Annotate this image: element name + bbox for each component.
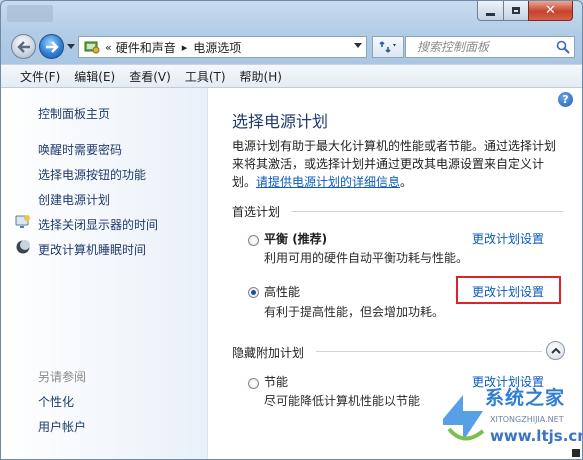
hidden-plans-heading: 隐藏附加计划: [232, 346, 305, 360]
menu-file[interactable]: 文件(F): [20, 68, 60, 85]
window-title-blurred: [7, 5, 53, 22]
menu-tools[interactable]: 工具(T): [185, 68, 226, 85]
section-divider: [291, 211, 563, 212]
plan-balanced-recommended-tag: (推荐): [288, 232, 328, 246]
watermark-title: 系统之家: [485, 387, 566, 409]
forward-arrow-icon: [45, 40, 59, 53]
help-icon[interactable]: ?: [558, 92, 573, 107]
plan-balanced-change-settings-link[interactable]: 更改计划设置: [472, 230, 544, 247]
menu-bar: 文件(F) 编辑(E) 查看(V) 工具(T) 帮助(H): [1, 64, 582, 88]
see-also-user-accounts[interactable]: 用户帐户: [38, 418, 86, 435]
recent-pages-button[interactable]: [66, 41, 76, 51]
page-description: 电源计划有助于最大化计算机的性能或者节能。通过选择计划来将其激活，或选择计划并通…: [232, 137, 562, 191]
minimize-icon: [486, 12, 495, 16]
watermark-url: www.ltjs.cn: [490, 427, 583, 445]
title-bar[interactable]: ✕: [1, 1, 582, 27]
resize-grip-icon[interactable]: [572, 449, 580, 457]
control-panel-icon: [84, 39, 100, 55]
back-arrow-icon: [16, 40, 30, 53]
section-divider: [316, 351, 542, 352]
plan-balanced-description: 利用可用的硬件自动平衡功耗与性能。: [264, 251, 469, 265]
plan-power-saver-description: 尽可能降低计算机性能以节能: [264, 394, 421, 408]
address-dropdown-icon[interactable]: [354, 43, 362, 48]
search-box[interactable]: [405, 36, 575, 58]
crumb-overflow-marker[interactable]: «: [105, 41, 112, 54]
refresh-icon: [379, 41, 396, 53]
sidebar-item-create-plan[interactable]: 创建电源计划: [38, 191, 110, 208]
sidebar-item-sleep-time[interactable]: 更改计算机睡眠时间: [38, 241, 146, 258]
plan-balanced-label: 平衡: [264, 232, 289, 246]
chevron-up-icon: [550, 347, 561, 354]
breadcrumb-power-options[interactable]: 电源选项: [193, 39, 241, 56]
search-icon[interactable]: [556, 40, 570, 54]
close-icon: ✕: [545, 3, 556, 18]
minimize-button[interactable]: [477, 1, 504, 21]
plan-high-performance-description: 有利于提高性能，但会增加功耗。: [264, 305, 445, 319]
menu-edit[interactable]: 编辑(E): [74, 68, 115, 85]
radio-balanced[interactable]: [248, 235, 259, 246]
chevron-down-icon: [67, 43, 75, 49]
address-bar[interactable]: « 硬件和声音 ▸ 电源选项: [78, 36, 367, 58]
back-button[interactable]: [11, 34, 36, 59]
maximize-icon: [512, 7, 520, 14]
site-watermark: 系统之家 XITONGZHIJIA.NET www.ltjs.cn: [441, 381, 583, 459]
breadcrumb-separator-icon[interactable]: ▸: [182, 41, 188, 54]
collapse-hidden-plans-button[interactable]: [546, 341, 565, 360]
forward-button[interactable]: [39, 34, 64, 59]
radio-power-saver[interactable]: [248, 378, 259, 389]
sidebar-item-display-off-time[interactable]: 选择关闭显示器的时间: [38, 216, 158, 233]
highlight-box: [456, 276, 561, 304]
plan-power-saver-name[interactable]: 节能: [264, 373, 288, 390]
menu-view[interactable]: 查看(V): [129, 68, 171, 85]
control-panel-window: ✕ « 硬件和声音 ▸ 电源选项 文件(F) 编辑(E) 查看(V) 工具: [0, 0, 583, 460]
sidebar-control-panel-home[interactable]: 控制面板主页: [38, 105, 110, 122]
see-also-personalization[interactable]: 个性化: [38, 393, 74, 410]
plan-balanced-name[interactable]: 平衡 (推荐): [264, 230, 327, 247]
menu-help[interactable]: 帮助(H): [240, 68, 282, 85]
close-button[interactable]: ✕: [528, 1, 573, 21]
sidebar-item-power-buttons[interactable]: 选择电源按钮的功能: [38, 166, 146, 183]
maximize-button[interactable]: [503, 1, 529, 21]
watermark-logo-icon: [443, 395, 485, 441]
see-also-heading: 另请参阅: [38, 370, 87, 384]
page-title: 选择电源计划: [232, 112, 329, 131]
description-period: 。: [400, 175, 413, 189]
preferred-plans-heading: 首选计划: [232, 205, 281, 219]
display-moon-icon: [15, 214, 31, 230]
breadcrumb-hardware-sound[interactable]: 硬件和声音: [116, 39, 176, 56]
plan-high-performance-name[interactable]: 高性能: [264, 283, 300, 300]
radio-high-performance[interactable]: [248, 287, 259, 298]
plan-details-link[interactable]: 请提供电源计划的详细信息: [256, 175, 400, 189]
search-input[interactable]: [406, 37, 557, 57]
refresh-button[interactable]: [372, 36, 404, 58]
watermark-subtitle: XITONGZHIJIA.NET: [490, 415, 564, 424]
sidebar-item-require-password[interactable]: 唤醒时需要密码: [38, 141, 122, 158]
sleep-moon-icon: [15, 239, 31, 255]
